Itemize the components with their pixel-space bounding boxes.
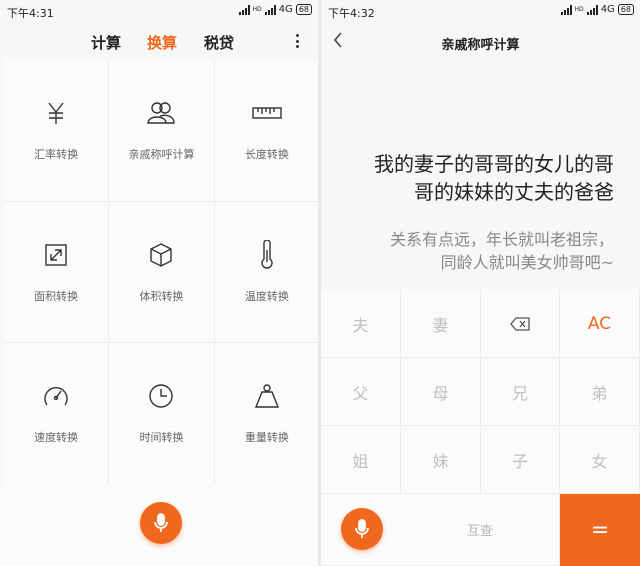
relation-result: 关系有点远，年长就叫老祖宗， 同龄人就叫美女帅哥吧~ — [341, 228, 614, 274]
yen-icon — [41, 98, 71, 128]
tile-time[interactable]: 时间转换 — [109, 343, 214, 484]
more-options-icon[interactable] — [296, 34, 300, 48]
speedometer-icon — [41, 381, 71, 411]
microphone-icon — [154, 513, 168, 532]
tile-label: 汇率转换 — [34, 148, 79, 161]
network-type: 4G — [278, 4, 293, 15]
converter-grid: 汇率转换 亲戚称呼计算 长度转换 面积转换 体积转换 温度转换 速度转换 时间转… — [4, 60, 318, 484]
key-clear[interactable]: AC — [560, 290, 640, 358]
ruler-icon — [252, 98, 282, 128]
relation-expression: 我的妻子的哥哥的女儿的哥 哥的妹妹的丈夫的爸爸 — [341, 150, 614, 206]
tile-label: 重量转换 — [244, 431, 289, 445]
relation-keypad: 夫 妻 AC 父 母 兄 弟 姐 妹 子 女 互查 = — [321, 290, 640, 566]
hd-icon: HD — [252, 6, 262, 13]
microphone-icon — [355, 519, 369, 538]
thermometer-icon — [252, 239, 282, 270]
key-mutual-query[interactable]: 互查 — [401, 494, 560, 566]
hd-icon: HD — [574, 6, 584, 13]
cube-icon — [146, 240, 176, 270]
key-elder-brother[interactable]: 兄 — [481, 358, 560, 426]
status-time: 下午4:32 — [328, 7, 375, 20]
relatives-icon — [146, 98, 176, 128]
signal-icon-2 — [264, 4, 276, 15]
tab-calculate[interactable]: 计算 — [91, 32, 121, 53]
signal-icon — [238, 4, 250, 15]
page-title: 亲戚称呼计算 — [441, 38, 520, 53]
tile-label: 速度转换 — [34, 431, 79, 445]
status-bar: 下午4:32 HD 4G 68 — [321, 0, 640, 24]
key-father[interactable]: 父 — [321, 358, 401, 426]
battery-icon: 68 — [295, 4, 312, 15]
key-daughter[interactable]: 女 — [560, 426, 640, 494]
tile-currency[interactable]: 汇率转换 — [4, 60, 109, 201]
key-younger-sister[interactable]: 妹 — [401, 426, 481, 494]
battery-icon: 68 — [617, 4, 634, 15]
key-elder-sister[interactable]: 姐 — [321, 426, 401, 494]
key-husband[interactable]: 夫 — [321, 290, 401, 358]
tile-label: 体积转换 — [139, 289, 184, 303]
tile-area[interactable]: 面积转换 — [4, 201, 109, 343]
tile-label: 面积转换 — [34, 289, 79, 303]
result-line: 关系有点远，年长就叫老祖宗， — [389, 230, 614, 249]
unit-converter-screen: 下午4:31 HD 4G 68 计算 换算 税贷 汇率转换 亲戚称呼计算 长度转… — [0, 0, 318, 566]
tab-tax-loan[interactable]: 税贷 — [204, 32, 234, 53]
key-wife[interactable]: 妻 — [401, 290, 481, 358]
tile-speed[interactable]: 速度转换 — [4, 343, 109, 484]
tile-temperature[interactable]: 温度转换 — [214, 201, 318, 343]
expression-line: 哥的妹妹的丈夫的爸爸 — [414, 180, 614, 204]
status-bar: 下午4:31 HD 4G 68 — [0, 0, 318, 24]
signal-icon-2 — [586, 4, 598, 15]
tile-relatives[interactable]: 亲戚称呼计算 — [109, 60, 214, 201]
key-mother[interactable]: 母 — [401, 358, 481, 426]
expression-line: 我的妻子的哥哥的女儿的哥 — [374, 152, 614, 176]
tile-weight[interactable]: 重量转换 — [214, 343, 318, 484]
tile-length[interactable]: 长度转换 — [214, 60, 318, 201]
key-backspace[interactable] — [481, 290, 560, 358]
key-equals[interactable]: = — [560, 494, 640, 566]
top-tabs: 计算 换算 税贷 — [0, 24, 318, 58]
weight-icon — [252, 381, 282, 411]
signal-icon — [560, 4, 572, 15]
relatives-calculator-screen: 下午4:32 HD 4G 68 亲戚称呼计算 我的妻子的哥哥的女儿的哥 哥的妹妹… — [321, 0, 640, 566]
clock-icon — [146, 381, 176, 411]
area-icon — [41, 240, 71, 270]
title-bar: 亲戚称呼计算 — [321, 24, 640, 60]
voice-input-button[interactable] — [341, 508, 383, 550]
tile-label: 长度转换 — [244, 148, 289, 161]
status-time: 下午4:31 — [7, 7, 54, 20]
tile-label: 亲戚称呼计算 — [128, 148, 195, 161]
network-type: 4G — [600, 4, 615, 15]
tab-convert[interactable]: 换算 — [147, 32, 177, 53]
tile-volume[interactable]: 体积转换 — [109, 201, 214, 343]
result-line: 同龄人就叫美女帅哥吧~ — [440, 253, 614, 272]
key-son[interactable]: 子 — [481, 426, 560, 494]
backspace-icon — [510, 316, 530, 331]
tile-label: 时间转换 — [139, 431, 184, 445]
tile-label: 温度转换 — [244, 289, 289, 303]
key-younger-brother[interactable]: 弟 — [560, 358, 640, 426]
voice-input-button[interactable] — [140, 502, 182, 544]
